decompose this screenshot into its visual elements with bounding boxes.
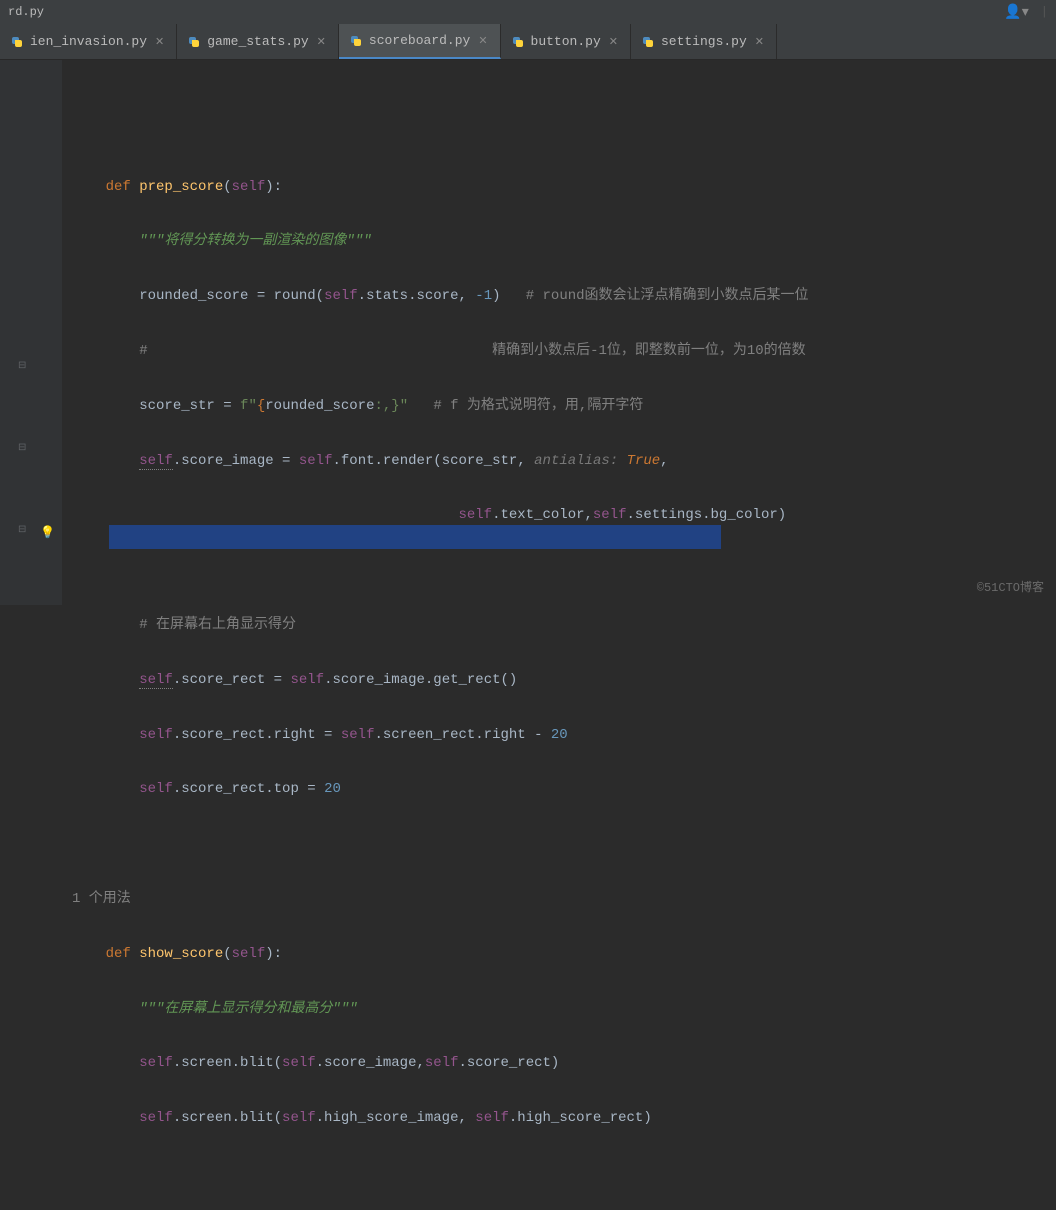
tabs-bar: ien_invasion.py ✕ game_stats.py ✕ scoreb… (0, 24, 1056, 60)
python-icon (511, 35, 525, 49)
fold-icon[interactable]: ⊟ (18, 524, 26, 536)
close-icon[interactable]: ✕ (153, 35, 166, 49)
tab-label: ien_invasion.py (30, 34, 147, 49)
file-path: rd.py (8, 5, 44, 19)
close-icon[interactable]: ✕ (315, 35, 328, 49)
tab-settings[interactable]: settings.py ✕ (631, 24, 777, 59)
code-text: def prep_score(self): """将得分转换为一副渲染的图像""… (72, 146, 1056, 1187)
close-icon[interactable]: ✕ (476, 34, 489, 48)
title-bar-right: 👤▾ | (1004, 4, 1048, 21)
python-icon (10, 35, 24, 49)
tab-game-stats[interactable]: game_stats.py ✕ (177, 24, 339, 59)
gutter: ⊟ ⊟ ⊟ 💡 (0, 60, 62, 605)
tab-button[interactable]: button.py ✕ (501, 24, 631, 59)
python-icon (349, 34, 363, 48)
python-icon (187, 35, 201, 49)
tab-alien-invasion[interactable]: ien_invasion.py ✕ (0, 24, 177, 59)
code-area[interactable]: def prep_score(self): """将得分转换为一副渲染的图像""… (62, 60, 1056, 605)
close-icon[interactable]: ✕ (753, 35, 766, 49)
tab-label: scoreboard.py (369, 33, 470, 48)
python-icon (641, 35, 655, 49)
tab-scoreboard[interactable]: scoreboard.py ✕ (339, 24, 501, 59)
title-bar-divider: | (1041, 5, 1048, 19)
editor[interactable]: ⊟ ⊟ ⊟ 💡 def prep_score(self): """将得分转换为一… (0, 60, 1056, 605)
user-icon[interactable]: 👤▾ (1004, 4, 1028, 21)
tab-label: settings.py (661, 34, 747, 49)
title-bar: rd.py 👤▾ | (0, 0, 1056, 24)
tab-label: game_stats.py (207, 34, 308, 49)
close-icon[interactable]: ✕ (607, 35, 620, 49)
fold-icon[interactable]: ⊟ (18, 360, 26, 372)
fold-icon[interactable]: ⊟ (18, 442, 26, 454)
tab-label: button.py (531, 34, 601, 49)
bulb-icon[interactable]: 💡 (40, 525, 55, 540)
